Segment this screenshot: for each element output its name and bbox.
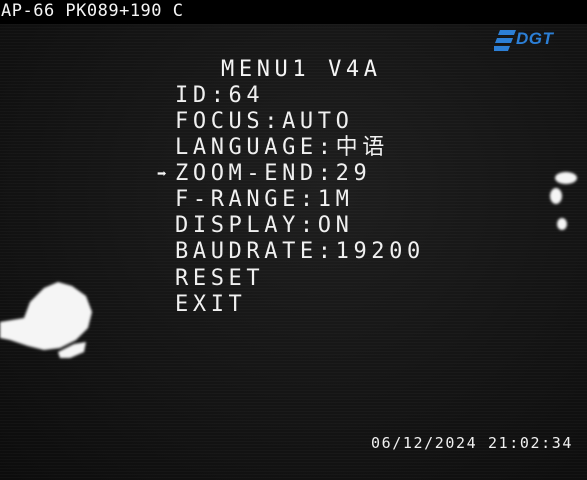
menu-item-language[interactable]: LANGUAGE:中语 xyxy=(175,135,389,161)
menu-item-baudrate[interactable]: BAUDRATE:19200 xyxy=(175,239,425,265)
menu-title: MENU1 V4A xyxy=(221,57,382,82)
menu-item-f-range[interactable]: F-RANGE:1M xyxy=(175,187,353,213)
osd-menu: MENU1 V4A ➡ ID:64 FOCUS:AUTO LANGUAGE:中语… xyxy=(0,0,587,480)
timestamp: 06/12/2024 21:02:34 xyxy=(371,434,573,452)
menu-item-display[interactable]: DISPLAY:ON xyxy=(175,213,353,239)
menu-item-focus[interactable]: FOCUS:AUTO xyxy=(175,109,353,135)
camera-feed: AP-66 PK089+190 C DGT MENU1 V4A ➡ ID:64 … xyxy=(0,0,587,480)
menu-item-id[interactable]: ID:64 xyxy=(175,83,264,109)
menu-item-zoom-end[interactable]: ZOOM-END:29 xyxy=(175,161,371,187)
menu-cursor-arrow-icon: ➡ xyxy=(157,164,167,183)
menu-item-reset[interactable]: RESET xyxy=(175,266,264,292)
menu-item-exit[interactable]: EXIT xyxy=(175,292,246,318)
